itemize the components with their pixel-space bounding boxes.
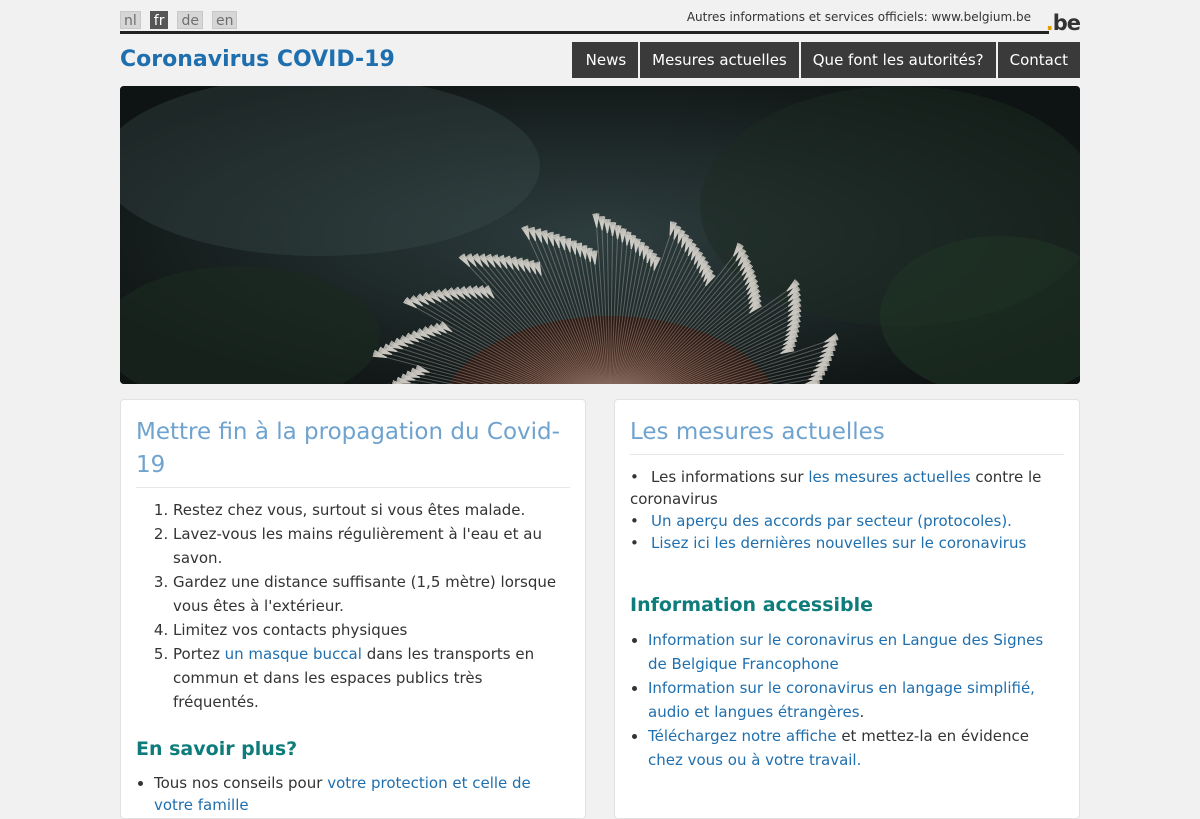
- simplified-language-link[interactable]: Information sur le coronavirus en langag…: [648, 679, 1035, 721]
- advice-item-5: Portez un masque buccal dans les transpo…: [173, 642, 570, 714]
- measures-list: Les informations sur les mesures actuell…: [630, 466, 1064, 554]
- lang-en[interactable]: en: [212, 11, 238, 29]
- nav-contact[interactable]: Contact: [996, 42, 1080, 78]
- home-work-link[interactable]: chez vous ou à votre travail.: [648, 751, 861, 769]
- accessible-title: Information accessible: [630, 594, 1064, 616]
- content-columns: Mettre fin à la propagation du Covid-19 …: [120, 399, 1080, 819]
- spread-title: Mettre fin à la propagation du Covid-19: [136, 416, 570, 488]
- measures-panel: Les mesures actuelles Les informations s…: [614, 399, 1080, 819]
- measures-item-1: Les informations sur les mesures actuell…: [630, 466, 1064, 510]
- page: nl fr de en Autres informations et servi…: [120, 0, 1080, 819]
- logo-text: be: [1053, 11, 1080, 35]
- accessible-list: Information sur le coronavirus en Langue…: [630, 628, 1064, 772]
- advice-item-4: Limitez vos contacts physiques: [173, 618, 570, 642]
- current-measures-link[interactable]: les mesures actuelles: [808, 468, 970, 486]
- lang-nl[interactable]: nl: [120, 11, 141, 29]
- download-poster-link[interactable]: Téléchargez notre affiche: [648, 727, 837, 745]
- language-switcher: nl fr de en: [120, 11, 237, 29]
- accessible-item-3: Téléchargez notre affiche et mettez-la e…: [648, 724, 1064, 772]
- latest-news-link[interactable]: Lisez ici les dernières nouvelles sur le…: [651, 534, 1026, 552]
- accessible-item-1: Information sur le coronavirus en Langue…: [648, 628, 1064, 676]
- sign-language-link[interactable]: Information sur le coronavirus en Langue…: [648, 631, 1043, 673]
- advice-list: Restez chez vous, surtout si vous êtes m…: [136, 498, 570, 714]
- site-title[interactable]: Coronavirus COVID-19: [120, 47, 395, 72]
- be-logo[interactable]: .be: [1046, 12, 1080, 34]
- advice-5-text: Portez: [173, 645, 225, 663]
- accessible-item-2: Information sur le coronavirus en langag…: [648, 676, 1064, 724]
- dandelion-photo-icon: [120, 86, 1080, 384]
- accessible-2-dot: .: [860, 703, 865, 721]
- top-bar: nl fr de en Autres informations et servi…: [120, 0, 1080, 34]
- more-item: Tous nos conseils pour votre protection …: [154, 772, 570, 816]
- lang-de[interactable]: de: [177, 11, 203, 29]
- more-title: En savoir plus?: [136, 738, 570, 760]
- header: Coronavirus COVID-19 News Mesures actuel…: [120, 34, 1080, 86]
- nav-authorities[interactable]: Que font les autorités?: [799, 42, 996, 78]
- advice-item-1: Restez chez vous, surtout si vous êtes m…: [173, 498, 570, 522]
- measures-item-2: Un aperçu des accords par secteur (proto…: [630, 510, 1064, 532]
- measures-item-3: Lisez ici les dernières nouvelles sur le…: [630, 532, 1064, 554]
- lang-fr[interactable]: fr: [150, 11, 169, 29]
- more-text: Tous nos conseils pour: [154, 774, 327, 792]
- main-nav: News Mesures actuelles Que font les auto…: [572, 42, 1080, 78]
- nav-current-measures[interactable]: Mesures actuelles: [638, 42, 799, 78]
- advice-item-2: Lavez-vous les mains régulièrement à l'e…: [173, 522, 570, 570]
- spread-panel: Mettre fin à la propagation du Covid-19 …: [120, 399, 586, 819]
- measures-title: Les mesures actuelles: [630, 416, 1064, 455]
- nav-news[interactable]: News: [572, 42, 639, 78]
- official-services-link[interactable]: Autres informations et services officiel…: [687, 10, 1031, 24]
- more-list: Tous nos conseils pour votre protection …: [136, 772, 570, 816]
- measures-1-text: Les informations sur: [651, 468, 808, 486]
- mask-link[interactable]: un masque buccal: [225, 645, 362, 663]
- belgium-be-link[interactable]: Autres informations et services officiel…: [687, 10, 1031, 24]
- hero-image: [120, 86, 1080, 384]
- accessible-3-text: et mettez-la en évidence: [837, 727, 1029, 745]
- sector-protocols-link[interactable]: Un aperçu des accords par secteur (proto…: [651, 512, 1012, 530]
- advice-item-3: Gardez une distance suffisante (1,5 mètr…: [173, 570, 570, 618]
